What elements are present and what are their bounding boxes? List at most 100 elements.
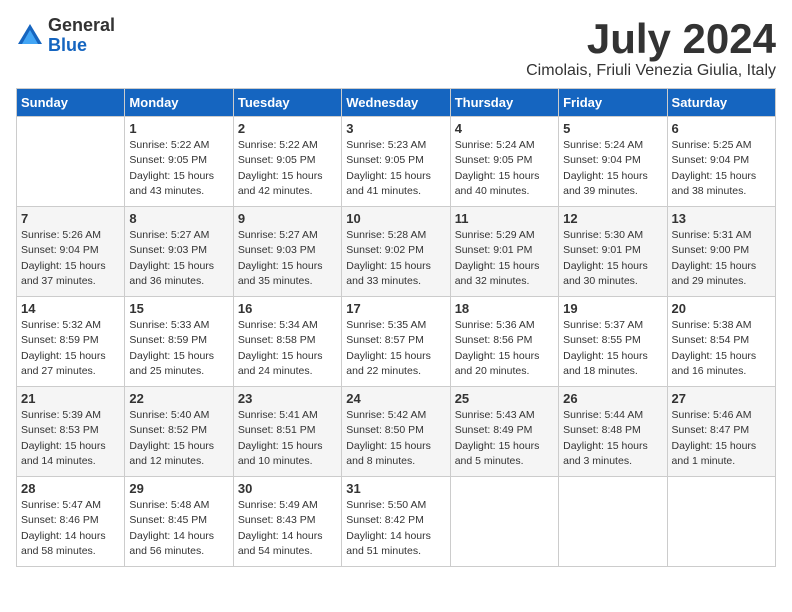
calendar-body: 1 Sunrise: 5:22 AM Sunset: 9:05 PM Daylig… xyxy=(17,117,776,567)
day-number: 10 xyxy=(346,211,445,226)
day-info: Sunrise: 5:32 AM Sunset: 8:59 PM Dayligh… xyxy=(21,318,120,379)
day-number: 26 xyxy=(563,391,662,406)
calendar-cell: 2Sunrise: 5:22 AM Sunset: 9:05 PM Daylig… xyxy=(233,117,341,207)
day-info: Sunrise: 5:38 AM Sunset: 8:54 PM Dayligh… xyxy=(672,318,771,379)
day-info: Sunrise: 5:24 AM Sunset: 9:04 PM Dayligh… xyxy=(563,138,662,199)
day-number: 13 xyxy=(672,211,771,226)
calendar-cell: 5 Sunrise: 5:24 AM Sunset: 9:04 PM Daylig… xyxy=(559,117,667,207)
day-info: Sunrise: 5:27 AM Sunset: 9:03 PM Dayligh… xyxy=(238,228,337,289)
day-number: 30 xyxy=(238,481,337,496)
day-info: Sunrise: 5:44 AM Sunset: 8:48 PM Dayligh… xyxy=(563,408,662,469)
day-info: Sunrise: 5:48 AM Sunset: 8:45 PM Dayligh… xyxy=(129,498,228,559)
calendar-cell: 21 Sunrise: 5:39 AM Sunset: 8:53 PM Dayli… xyxy=(17,387,125,477)
header-thursday: Thursday xyxy=(450,89,558,117)
day-info: Sunrise: 5:43 AM Sunset: 8:49 PM Dayligh… xyxy=(455,408,554,469)
logo-general: General xyxy=(48,16,115,36)
calendar-cell: 17Sunrise: 5:35 AM Sunset: 8:57 PM Dayli… xyxy=(342,297,450,387)
calendar-cell: 3Sunrise: 5:23 AM Sunset: 9:05 PM Daylig… xyxy=(342,117,450,207)
calendar-cell: 12Sunrise: 5:30 AM Sunset: 9:01 PM Dayli… xyxy=(559,207,667,297)
week-row-3: 14 Sunrise: 5:32 AM Sunset: 8:59 PM Dayli… xyxy=(17,297,776,387)
day-info: Sunrise: 5:41 AM Sunset: 8:51 PM Dayligh… xyxy=(238,408,337,469)
calendar-cell: 10 Sunrise: 5:28 AM Sunset: 9:02 PM Dayli… xyxy=(342,207,450,297)
day-number: 12 xyxy=(563,211,662,226)
calendar-cell: 7 Sunrise: 5:26 AM Sunset: 9:04 PM Daylig… xyxy=(17,207,125,297)
logo-icon xyxy=(16,22,44,50)
header: General Blue July 2024 Cimolais, Friuli … xyxy=(16,16,776,80)
day-number: 8 xyxy=(129,211,228,226)
calendar-cell: 24Sunrise: 5:42 AM Sunset: 8:50 PM Dayli… xyxy=(342,387,450,477)
day-number: 24 xyxy=(346,391,445,406)
calendar-cell xyxy=(667,477,775,567)
calendar-cell: 23 Sunrise: 5:41 AM Sunset: 8:51 PM Dayli… xyxy=(233,387,341,477)
day-number: 21 xyxy=(21,391,120,406)
calendar-cell: 19Sunrise: 5:37 AM Sunset: 8:55 PM Dayli… xyxy=(559,297,667,387)
header-friday: Friday xyxy=(559,89,667,117)
day-info: Sunrise: 5:50 AM Sunset: 8:42 PM Dayligh… xyxy=(346,498,445,559)
day-number: 25 xyxy=(455,391,554,406)
day-info: Sunrise: 5:24 AM Sunset: 9:05 PM Dayligh… xyxy=(455,138,554,199)
calendar-cell: 14 Sunrise: 5:32 AM Sunset: 8:59 PM Dayli… xyxy=(17,297,125,387)
header-saturday: Saturday xyxy=(667,89,775,117)
week-row-4: 21 Sunrise: 5:39 AM Sunset: 8:53 PM Dayli… xyxy=(17,387,776,477)
day-number: 17 xyxy=(346,301,445,316)
day-number: 14 xyxy=(21,301,120,316)
calendar-cell: 13 Sunrise: 5:31 AM Sunset: 9:00 PM Dayli… xyxy=(667,207,775,297)
day-number: 15 xyxy=(129,301,228,316)
day-number: 1 xyxy=(129,121,228,136)
calendar-cell: 1 Sunrise: 5:22 AM Sunset: 9:05 PM Daylig… xyxy=(125,117,233,207)
calendar-cell: 4 Sunrise: 5:24 AM Sunset: 9:05 PM Daylig… xyxy=(450,117,558,207)
calendar-cell: 18Sunrise: 5:36 AM Sunset: 8:56 PM Dayli… xyxy=(450,297,558,387)
day-info: Sunrise: 5:40 AM Sunset: 8:52 PM Dayligh… xyxy=(129,408,228,469)
day-info: Sunrise: 5:27 AM Sunset: 9:03 PM Dayligh… xyxy=(129,228,228,289)
day-number: 7 xyxy=(21,211,120,226)
day-info: Sunrise: 5:29 AM Sunset: 9:01 PM Dayligh… xyxy=(455,228,554,289)
calendar-cell: 30 Sunrise: 5:49 AM Sunset: 8:43 PM Dayli… xyxy=(233,477,341,567)
day-number: 16 xyxy=(238,301,337,316)
day-info: Sunrise: 5:31 AM Sunset: 9:00 PM Dayligh… xyxy=(672,228,771,289)
day-number: 22 xyxy=(129,391,228,406)
header-row: SundayMondayTuesdayWednesdayThursdayFrid… xyxy=(17,89,776,117)
week-row-2: 7 Sunrise: 5:26 AM Sunset: 9:04 PM Daylig… xyxy=(17,207,776,297)
calendar-cell xyxy=(450,477,558,567)
logo-text: General Blue xyxy=(48,16,115,56)
calendar-header: SundayMondayTuesdayWednesdayThursdayFrid… xyxy=(17,89,776,117)
header-wednesday: Wednesday xyxy=(342,89,450,117)
header-monday: Monday xyxy=(125,89,233,117)
day-info: Sunrise: 5:28 AM Sunset: 9:02 PM Dayligh… xyxy=(346,228,445,289)
day-info: Sunrise: 5:25 AM Sunset: 9:04 PM Dayligh… xyxy=(672,138,771,199)
day-info: Sunrise: 5:36 AM Sunset: 8:56 PM Dayligh… xyxy=(455,318,554,379)
day-number: 31 xyxy=(346,481,445,496)
day-number: 19 xyxy=(563,301,662,316)
day-number: 11 xyxy=(455,211,554,226)
calendar-cell xyxy=(559,477,667,567)
day-info: Sunrise: 5:46 AM Sunset: 8:47 PM Dayligh… xyxy=(672,408,771,469)
day-number: 4 xyxy=(455,121,554,136)
day-number: 6 xyxy=(672,121,771,136)
logo-blue: Blue xyxy=(48,36,115,56)
day-info: Sunrise: 5:22 AM Sunset: 9:05 PM Dayligh… xyxy=(129,138,228,199)
day-number: 28 xyxy=(21,481,120,496)
day-info: Sunrise: 5:39 AM Sunset: 8:53 PM Dayligh… xyxy=(21,408,120,469)
day-info: Sunrise: 5:49 AM Sunset: 8:43 PM Dayligh… xyxy=(238,498,337,559)
calendar-cell: 28 Sunrise: 5:47 AM Sunset: 8:46 PM Dayli… xyxy=(17,477,125,567)
header-tuesday: Tuesday xyxy=(233,89,341,117)
week-row-1: 1 Sunrise: 5:22 AM Sunset: 9:05 PM Daylig… xyxy=(17,117,776,207)
calendar-cell: 6 Sunrise: 5:25 AM Sunset: 9:04 PM Daylig… xyxy=(667,117,775,207)
day-number: 2 xyxy=(238,121,337,136)
day-number: 9 xyxy=(238,211,337,226)
day-number: 5 xyxy=(563,121,662,136)
calendar-cell: 26 Sunrise: 5:44 AM Sunset: 8:48 PM Dayli… xyxy=(559,387,667,477)
calendar-cell: 25 Sunrise: 5:43 AM Sunset: 8:49 PM Dayli… xyxy=(450,387,558,477)
logo: General Blue xyxy=(16,16,115,56)
day-number: 23 xyxy=(238,391,337,406)
week-row-5: 28 Sunrise: 5:47 AM Sunset: 8:46 PM Dayli… xyxy=(17,477,776,567)
day-info: Sunrise: 5:26 AM Sunset: 9:04 PM Dayligh… xyxy=(21,228,120,289)
day-info: Sunrise: 5:34 AM Sunset: 8:58 PM Dayligh… xyxy=(238,318,337,379)
calendar-cell: 27Sunrise: 5:46 AM Sunset: 8:47 PM Dayli… xyxy=(667,387,775,477)
day-info: Sunrise: 5:47 AM Sunset: 8:46 PM Dayligh… xyxy=(21,498,120,559)
calendar-cell: 20 Sunrise: 5:38 AM Sunset: 8:54 PM Dayli… xyxy=(667,297,775,387)
calendar-cell: 8 Sunrise: 5:27 AM Sunset: 9:03 PM Daylig… xyxy=(125,207,233,297)
calendar-cell: 29Sunrise: 5:48 AM Sunset: 8:45 PM Dayli… xyxy=(125,477,233,567)
day-number: 20 xyxy=(672,301,771,316)
calendar-cell: 15Sunrise: 5:33 AM Sunset: 8:59 PM Dayli… xyxy=(125,297,233,387)
